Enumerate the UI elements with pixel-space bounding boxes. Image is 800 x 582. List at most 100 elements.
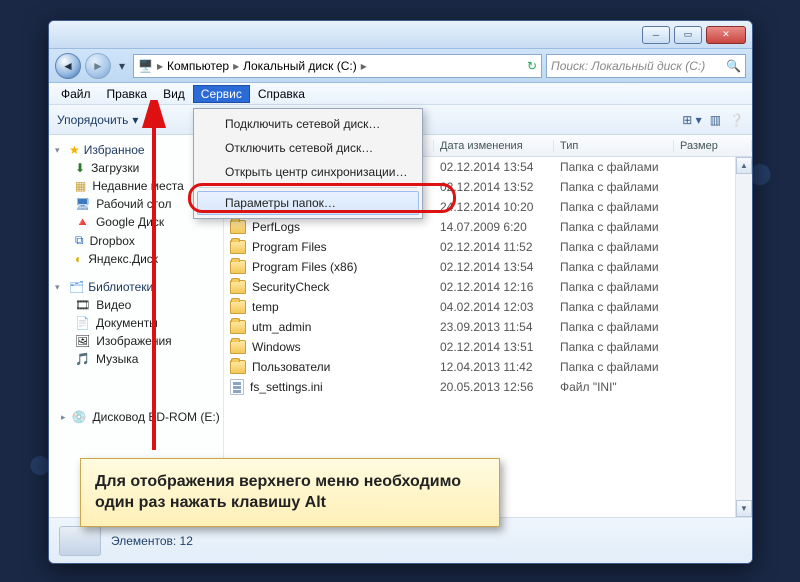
file-name: Program Files (x86) <box>252 260 357 274</box>
folder-icon <box>230 260 246 274</box>
history-dropdown[interactable]: ▾ <box>115 59 129 73</box>
libraries-icon: 🗂 <box>69 280 84 294</box>
gdrive-icon: 🔺 <box>75 215 90 229</box>
status-label: Элементов: <box>111 534 176 548</box>
table-row[interactable]: Program Files 02.12.2014 11:52Папка с фай… <box>224 237 752 257</box>
table-row[interactable]: fs_settings.ini20.05.2013 12:56Файл "INI… <box>224 377 752 397</box>
file-date: 02.12.2014 12:16 <box>434 280 554 294</box>
help-icon[interactable]: ❔ <box>729 113 744 127</box>
menu-edit[interactable]: Правка <box>99 85 156 103</box>
sidebar-libraries-group: ▾🗂Библиотеки 🎞Видео 📄Документы 🖼Изображе… <box>53 278 219 368</box>
sidebar-item-pictures[interactable]: 🖼Изображения <box>53 332 219 350</box>
file-date: 02.12.2014 11:52 <box>434 240 554 254</box>
file-icon <box>230 379 244 395</box>
refresh-icon[interactable]: ↻ <box>527 59 537 73</box>
menu-item-connect-drive[interactable]: Подключить сетевой диск… <box>197 112 419 136</box>
annotation-text: Для отображения верхнего меню необходимо… <box>95 473 461 512</box>
file-date: 12.04.2013 11:42 <box>434 360 554 374</box>
table-row[interactable]: Windows 02.12.2014 13:51Папка с файлами <box>224 337 752 357</box>
file-date: 02.12.2014 13:51 <box>434 340 554 354</box>
search-placeholder: Поиск: Локальный диск (C:) <box>551 59 705 73</box>
sidebar-item-video[interactable]: 🎞Видео <box>53 296 219 314</box>
desktop-icon: 🖥 <box>75 197 90 211</box>
scroll-down-button[interactable]: ▼ <box>736 500 752 517</box>
file-name: PerfLogs <box>252 220 300 234</box>
drive-thumbnail-icon <box>59 526 101 556</box>
recent-icon: ▦ <box>75 179 86 193</box>
menu-item-sync-center[interactable]: Открыть центр синхронизации… <box>197 160 419 184</box>
organize-label: Упорядочить <box>57 113 128 127</box>
folder-icon <box>230 240 246 254</box>
breadcrumb-root[interactable]: Компьютер <box>167 59 229 73</box>
file-type: Папка с файлами <box>554 280 674 294</box>
file-name: utm_admin <box>252 320 311 334</box>
file-type: Папка с файлами <box>554 220 674 234</box>
table-row[interactable]: Пользователи12.04.2013 11:42Папка с файл… <box>224 357 752 377</box>
table-row[interactable]: Program Files (x86) 02.12.2014 13:54Папка… <box>224 257 752 277</box>
menu-separator <box>199 187 417 188</box>
search-input[interactable]: Поиск: Локальный диск (C:) 🔍 <box>546 54 746 78</box>
file-type: Папка с файлами <box>554 180 674 194</box>
folder-icon <box>230 320 246 334</box>
disc-icon: 💿 <box>72 410 87 424</box>
folder-icon <box>230 280 246 294</box>
file-type: Папка с файлами <box>554 300 674 314</box>
sidebar-item-yadisk[interactable]: ◐Яндекс.Диск <box>53 250 219 268</box>
minimize-button[interactable]: ─ <box>642 26 670 44</box>
status-count: 12 <box>180 534 193 548</box>
close-button[interactable]: ✕ <box>706 26 746 44</box>
file-date: 24.12.2014 10:20 <box>434 200 554 214</box>
back-button[interactable]: ◄ <box>55 53 81 79</box>
table-row[interactable]: temp 04.02.2014 12:03Папка с файлами <box>224 297 752 317</box>
menu-item-disconnect-drive[interactable]: Отключить сетевой диск… <box>197 136 419 160</box>
file-type: Папка с файлами <box>554 340 674 354</box>
organize-button[interactable]: Упорядочить ▾ <box>57 113 138 127</box>
documents-icon: 📄 <box>75 316 90 330</box>
file-date: 04.02.2014 12:03 <box>434 300 554 314</box>
file-name: SecurityCheck <box>252 280 329 294</box>
sidebar-item-bdrom[interactable]: ▸💿Дисковод BD-ROM (E:)▾ <box>53 408 219 426</box>
table-row[interactable]: PerfLogs 14.07.2009 6:20Папка с файлами <box>224 217 752 237</box>
file-type: Папка с файлами <box>554 240 674 254</box>
search-icon: 🔍 <box>726 59 741 73</box>
table-row[interactable]: SecurityCheck 02.12.2014 12:16Папка с фай… <box>224 277 752 297</box>
folder-icon <box>230 300 246 314</box>
col-size[interactable]: Размер <box>674 140 752 152</box>
maximize-button[interactable]: ▭ <box>674 26 702 44</box>
file-name: Program Files <box>252 240 327 254</box>
music-icon: 🎵 <box>75 352 90 366</box>
sidebar-libraries-header[interactable]: ▾🗂Библиотеки <box>53 278 219 296</box>
view-mode-button[interactable]: ⊞ ▾ <box>682 113 701 127</box>
file-name: temp <box>252 300 279 314</box>
sidebar-item-documents[interactable]: 📄Документы <box>53 314 219 332</box>
file-name: Windows <box>252 340 301 354</box>
menu-view[interactable]: Вид <box>155 85 193 103</box>
file-type: Папка с файлами <box>554 320 674 334</box>
table-row[interactable]: utm_admin23.09.2013 11:54Папка с файлами <box>224 317 752 337</box>
menu-help[interactable]: Справка <box>250 85 313 103</box>
file-date: 02.12.2014 13:52 <box>434 180 554 194</box>
col-date[interactable]: Дата изменения <box>434 140 554 152</box>
star-icon: ★ <box>69 143 80 157</box>
preview-pane-button[interactable]: ▥ <box>710 113 721 127</box>
address-bar[interactable]: 🖥️ ▸ Компьютер ▸ Локальный диск (C:) ▸ ↻ <box>133 54 542 78</box>
menu-file[interactable]: Файл <box>53 85 99 103</box>
sidebar-item-music[interactable]: 🎵Музыка <box>53 350 219 368</box>
sidebar-bdrom-group: ▸💿Дисковод BD-ROM (E:)▾ <box>53 408 219 426</box>
breadcrumb-drive[interactable]: Локальный диск (C:) <box>243 59 357 73</box>
service-dropdown: Подключить сетевой диск… Отключить сетев… <box>193 108 423 219</box>
sidebar-item-dropbox[interactable]: ⧉Dropbox <box>53 231 219 250</box>
video-icon: 🎞 <box>75 298 90 312</box>
col-type[interactable]: Тип <box>554 140 674 152</box>
download-icon: ⬇ <box>75 161 85 175</box>
vertical-scrollbar[interactable]: ▲ ▼ <box>735 157 752 517</box>
file-date: 02.12.2014 13:54 <box>434 260 554 274</box>
scroll-up-button[interactable]: ▲ <box>736 157 752 174</box>
file-date: 14.07.2009 6:20 <box>434 220 554 234</box>
menu-item-folder-options[interactable]: Параметры папок… <box>197 191 419 215</box>
file-type: Папка с файлами <box>554 260 674 274</box>
chevron-down-icon: ▾ <box>132 113 138 127</box>
yandex-icon: ◐ <box>75 252 82 266</box>
forward-button[interactable]: ► <box>85 53 111 79</box>
menu-service[interactable]: Сервис <box>193 85 250 103</box>
